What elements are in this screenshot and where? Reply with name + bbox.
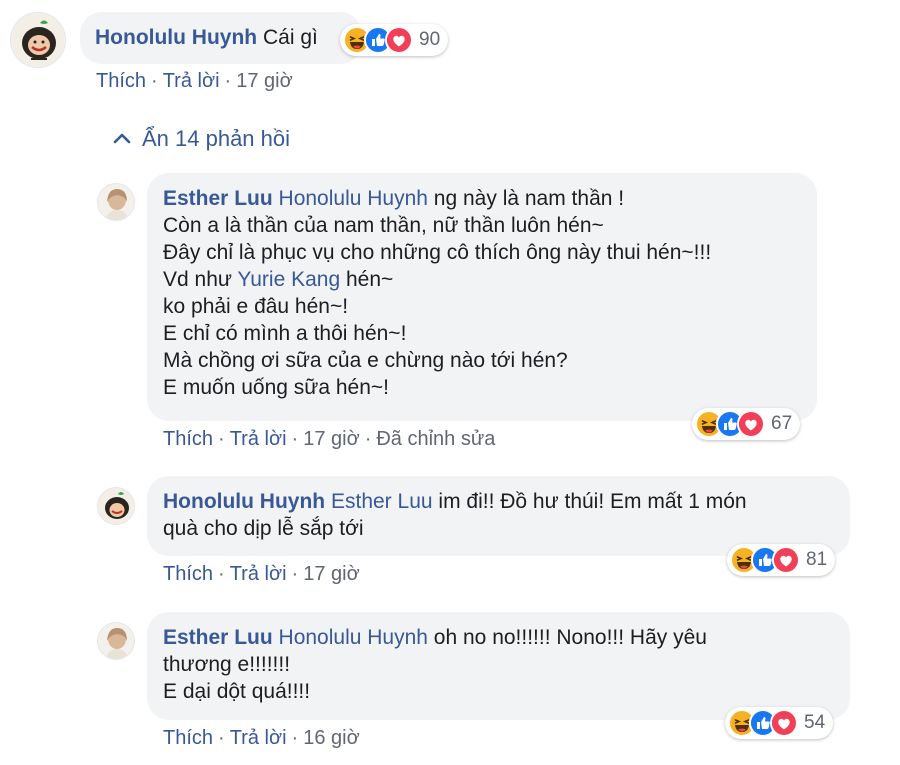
reply-author[interactable]: Esther Luu [163, 626, 273, 649]
like-link[interactable]: Thích [163, 428, 213, 450]
avatar-photo-icon [98, 623, 134, 659]
reply-text-line: Mà chồng ơi sữa của e chừng nào tới hén? [163, 349, 568, 372]
chevron-up-icon [113, 133, 131, 144]
love-icon [770, 709, 798, 737]
mention-link[interactable]: Honolulu Huynh [279, 626, 428, 649]
toggle-label: Ẩn 14 phản hồi [142, 126, 291, 151]
reply-text-line: thương e!!!!!!! [163, 653, 291, 676]
separator: · [151, 70, 158, 92]
reply-text-line: ko phải e đâu hén~! [163, 295, 349, 318]
reaction-count: 67 [771, 413, 793, 434]
avatar-cartoon-icon [98, 488, 134, 524]
mention-link[interactable]: Honolulu Huynh [279, 187, 428, 210]
comment-author[interactable]: Honolulu Huynh [95, 26, 257, 49]
reply-link[interactable]: Trả lời [230, 428, 287, 450]
reply-actions: Thích · Trả lời · 17 giờ · Đã chỉnh sửa [163, 428, 495, 451]
reply-text-line: E muốn uống sữa hén~! [163, 376, 389, 399]
separator: · [224, 70, 232, 92]
reply-author[interactable]: Esther Luu [163, 187, 273, 210]
separator: · [218, 727, 225, 749]
separator: · [291, 428, 299, 450]
reply-text-line: E chỉ có mình a thôi hén~! [163, 322, 407, 345]
timestamp[interactable]: 17 giờ [303, 563, 359, 585]
avatar[interactable] [97, 487, 135, 525]
reply-text-line: im đi!! Đồ hư thúi! Em mất 1 món [432, 490, 747, 513]
reply-text-prefix: Vd như [163, 268, 238, 291]
reply-bubble: Esther Luu Honolulu Huynh oh no no!!!!!!… [147, 612, 850, 720]
comment-actions: Thích · Trả lời · 17 giờ [96, 70, 293, 93]
love-icon [385, 26, 413, 54]
separator: · [291, 727, 299, 749]
comment-text: Cái gì [262, 26, 318, 49]
reply-text-line: quà cho dịp lễ sắp tới [163, 517, 364, 540]
reply-text-line: Còn a là thần của nam thần, nữ thần luôn… [163, 214, 604, 237]
reaction-summary[interactable]: 90 [340, 24, 449, 56]
like-link[interactable]: Thích [163, 727, 213, 749]
reply-text-line: ng này là nam thần ! [427, 187, 625, 210]
like-link[interactable]: Thích [163, 563, 213, 585]
reaction-count: 54 [804, 712, 826, 733]
comment-bubble: Honolulu Huynh Cái gì [80, 12, 362, 64]
reaction-summary[interactable]: 81 [727, 544, 836, 576]
avatar-photo-icon [98, 184, 134, 220]
reply-actions: Thích · Trả lời · 16 giờ [163, 727, 360, 750]
reply-text-suffix: hén~ [340, 268, 394, 291]
hide-replies-toggle[interactable]: Ẩn 14 phản hồi [112, 126, 290, 152]
reply-author[interactable]: Honolulu Huynh [163, 490, 325, 513]
avatar[interactable] [97, 183, 135, 221]
reaction-count: 90 [419, 29, 441, 50]
edited-label[interactable]: Đã chỉnh sửa [376, 428, 495, 450]
like-link[interactable]: Thích [96, 70, 146, 92]
timestamp[interactable]: 17 giờ [303, 428, 359, 450]
love-icon [737, 410, 765, 438]
avatar[interactable] [10, 12, 66, 68]
separator: · [364, 428, 372, 450]
separator: · [291, 563, 299, 585]
reply-text-line: oh no no!!!!!! Nono!!! Hãy yêu [427, 626, 707, 649]
reply-text-line: E dại dột quá!!!! [163, 680, 311, 703]
reply-link[interactable]: Trả lời [163, 70, 220, 92]
reply-link[interactable]: Trả lời [230, 727, 287, 749]
timestamp[interactable]: 17 giờ [236, 70, 292, 92]
reply-link[interactable]: Trả lời [230, 563, 287, 585]
reaction-count: 81 [806, 549, 828, 570]
reply-text-line: Đây chỉ là phục vụ cho những cô thích ôn… [163, 241, 712, 264]
reply-actions: Thích · Trả lời · 17 giờ [163, 563, 360, 586]
separator: · [218, 563, 225, 585]
separator: · [218, 428, 225, 450]
reaction-summary[interactable]: 54 [725, 707, 834, 739]
avatar[interactable] [97, 622, 135, 660]
mention-link[interactable]: Esther Luu [331, 490, 433, 513]
timestamp[interactable]: 16 giờ [303, 727, 359, 749]
reaction-summary[interactable]: 67 [692, 408, 801, 440]
mention-link[interactable]: Yurie Kang [237, 268, 340, 291]
avatar-cartoon-icon [11, 13, 65, 67]
love-icon [772, 546, 800, 574]
reply-bubble: Esther Luu Honolulu Huynh ng này là nam … [147, 173, 817, 421]
